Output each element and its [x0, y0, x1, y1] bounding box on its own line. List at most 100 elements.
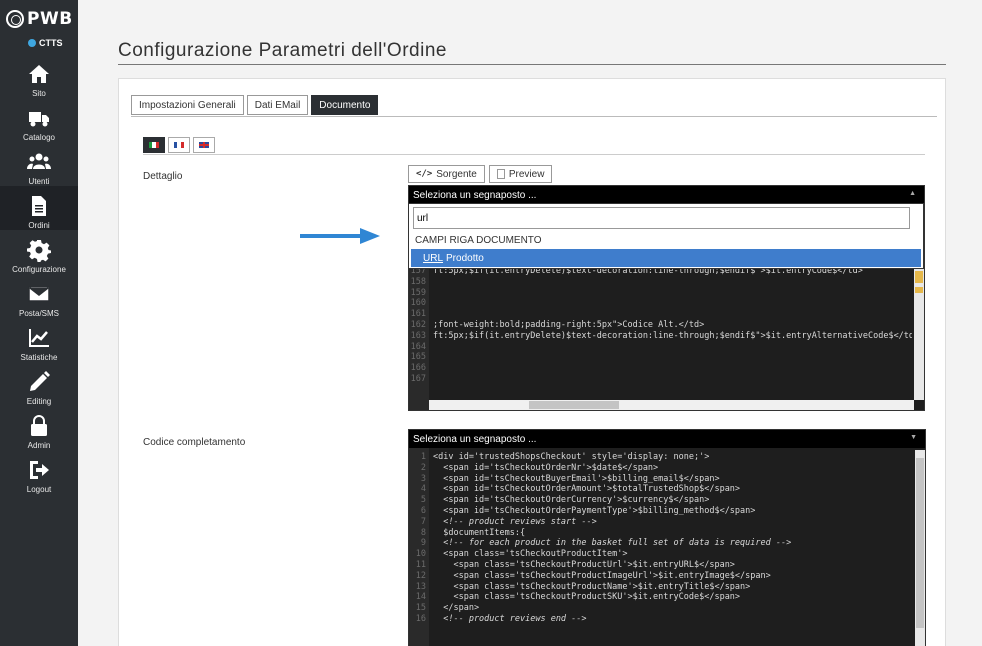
codice-completamento-editor[interactable]: Seleziona un segnaposto ... ▼ 1 <div id='… [408, 429, 926, 646]
code-line[interactable]: 5 <span id='tsCheckoutOrderCurrency'>$cu… [409, 495, 913, 506]
line-text: <span class='tsCheckoutProductUrl'>$it.e… [433, 559, 735, 570]
sidebar-item-statistiche[interactable]: Statistiche [0, 318, 78, 362]
logout-icon [30, 461, 49, 479]
code-line[interactable]: 161 [409, 309, 912, 320]
line-text: <!-- product reviews start --> [433, 516, 597, 527]
tab-impostazioni-generali[interactable]: Impostazioni Generali [131, 95, 244, 115]
code-line[interactable]: 9 <!-- for each product in the basket fu… [409, 538, 913, 549]
scrollbar-thumb[interactable] [916, 458, 924, 628]
code-line[interactable]: 160 [409, 298, 912, 309]
line-text: $documentItems:{ [433, 527, 526, 538]
chart-icon [29, 329, 49, 347]
preview-button-label: Preview [508, 168, 545, 180]
line-number: 3 [420, 473, 426, 484]
code-line[interactable]: 167 [409, 374, 912, 385]
context-label: CTTS [39, 38, 63, 48]
placeholder-select[interactable]: Seleziona un segnaposto ... ▲ [409, 186, 924, 204]
line-text [429, 374, 433, 385]
page-icon [496, 169, 505, 179]
sidebar-item-posta-sms[interactable]: Posta/SMS [0, 274, 78, 318]
line-number: 158 [410, 276, 426, 287]
placeholder-select[interactable]: Seleziona un segnaposto ... ▼ [409, 430, 925, 448]
source-button[interactable]: </> Sorgente [408, 165, 485, 183]
sidebar-item-label: Logout [26, 485, 52, 494]
brand-logo[interactable]: PWB [6, 8, 73, 30]
scrollbar-thumb[interactable] [915, 271, 923, 283]
code-line[interactable]: 162 ;font-weight:bold;padding-right:5px">… [409, 320, 912, 331]
gear-icon [27, 240, 51, 262]
tab-language-en[interactable] [193, 137, 215, 153]
tab-language-it[interactable] [143, 137, 165, 153]
uk-flag-icon [199, 142, 209, 148]
line-number: 5 [420, 495, 426, 506]
line-text [429, 298, 433, 309]
code-line[interactable]: 159 [409, 288, 912, 299]
line-text: <!-- for each product in the basket full… [433, 538, 792, 549]
dropdown-option-url-prodotto[interactable]: URL Prodotto [411, 249, 921, 267]
tab-documento[interactable]: Documento [311, 95, 379, 115]
code-line[interactable]: 165 [409, 352, 912, 363]
sidebar-item-editing[interactable]: Editing [0, 362, 78, 406]
caret-down-icon: ▼ [910, 434, 917, 441]
line-text [429, 277, 433, 288]
sidebar-item-utenti[interactable]: Utenti [0, 142, 78, 186]
line-number: 16 [415, 613, 426, 624]
logo-text: PWB [27, 9, 73, 29]
editor-mode-buttons: </> Sorgente Preview [408, 165, 553, 183]
line-number: 164 [410, 341, 426, 352]
placeholder-search-input[interactable] [413, 207, 910, 229]
line-number: 10 [415, 549, 426, 560]
code-line[interactable]: 14 <span class='tsCheckoutProductSKU'>$i… [409, 592, 913, 603]
code-line[interactable]: 6 <span id='tsCheckoutOrderPaymentType'>… [409, 506, 913, 517]
language-tabs [143, 137, 215, 153]
sidebar-item-configurazione[interactable]: Configurazione [0, 230, 78, 274]
code-line[interactable]: 15 </span> [409, 603, 913, 614]
code-line[interactable]: 8 $documentItems:{ [409, 528, 913, 539]
tab-language-fr[interactable] [168, 137, 190, 153]
vertical-scrollbar[interactable] [914, 269, 924, 400]
placeholder-dropdown: CAMPI RIGA DOCUMENTO URL Prodotto [408, 203, 924, 269]
sidebar-item-catalogo[interactable]: Catalogo [0, 98, 78, 142]
line-text: <span id='tsCheckoutOrderCurrency'>$curr… [433, 495, 710, 506]
code-line[interactable]: 16 <!-- product reviews end --> [409, 614, 913, 625]
code-line[interactable]: 2 <span id='tsCheckoutOrderNr'>$date$</s… [409, 463, 913, 474]
code-line[interactable]: 4 <span id='tsCheckoutOrderAmount'>$tota… [409, 484, 913, 495]
sidebar-item-sito[interactable]: Sito [0, 54, 78, 98]
sidebar: PWB CTTS Sito Catalogo Utenti Ordini Con… [0, 0, 78, 646]
sidebar-item-logout[interactable]: Logout [0, 450, 78, 494]
line-text: <span id='tsCheckoutOrderPaymentType'>$b… [433, 505, 756, 516]
code-area[interactable]: 157 ft:5px;$if(it.entryDelete)$text-decor… [409, 266, 912, 385]
code-line[interactable]: 7 <!-- product reviews start --> [409, 517, 913, 528]
vertical-scrollbar[interactable] [915, 450, 925, 646]
line-number: 166 [410, 363, 426, 374]
code-area[interactable]: 1 <div id='trustedShopsCheckout' style='d… [409, 452, 913, 625]
code-line[interactable]: 3 <span id='tsCheckoutBuyerEmail'>$billi… [409, 474, 913, 485]
tab-dati-email[interactable]: Dati EMail [246, 95, 309, 115]
code-line[interactable]: 11 <span class='tsCheckoutProductUrl'>$i… [409, 560, 913, 571]
line-text [429, 309, 433, 320]
code-line[interactable]: 1 <div id='trustedShopsCheckout' style='d… [409, 452, 913, 463]
sidebar-item-ordini[interactable]: Ordini [0, 186, 78, 230]
code-line[interactable]: 166 [409, 363, 912, 374]
preview-button[interactable]: Preview [488, 165, 553, 183]
scrollbar-thumb[interactable] [529, 401, 619, 409]
code-line[interactable]: 158 [409, 277, 912, 288]
sidebar-item-admin[interactable]: Admin [0, 406, 78, 450]
line-number: 165 [410, 352, 426, 363]
code-line[interactable]: 10 <span class='tsCheckoutProductItem'> [409, 549, 913, 560]
line-number: 8 [420, 527, 426, 538]
line-number: 2 [420, 462, 426, 473]
code-line[interactable]: 12 <span class='tsCheckoutProductImageUr… [409, 571, 913, 582]
scrollbar-marker [915, 287, 923, 293]
context-selector[interactable]: CTTS [28, 38, 63, 48]
horizontal-scrollbar[interactable] [429, 400, 914, 410]
code-line[interactable]: 13 <span class='tsCheckoutProductName'>$… [409, 582, 913, 593]
option-rest-text: Prodotto [446, 252, 484, 264]
code-line[interactable]: 164 [409, 342, 912, 353]
sidebar-item-label: Statistiche [20, 353, 58, 362]
tab-bar: Impostazioni Generali Dati EMail Documen… [131, 95, 379, 115]
line-number: 14 [415, 592, 426, 603]
code-line[interactable]: 163 ft:5px;$if(it.entryDelete)$text-decor… [409, 331, 912, 342]
line-text [429, 288, 433, 299]
line-text: <span class='tsCheckoutProductName'>$it.… [433, 581, 751, 592]
